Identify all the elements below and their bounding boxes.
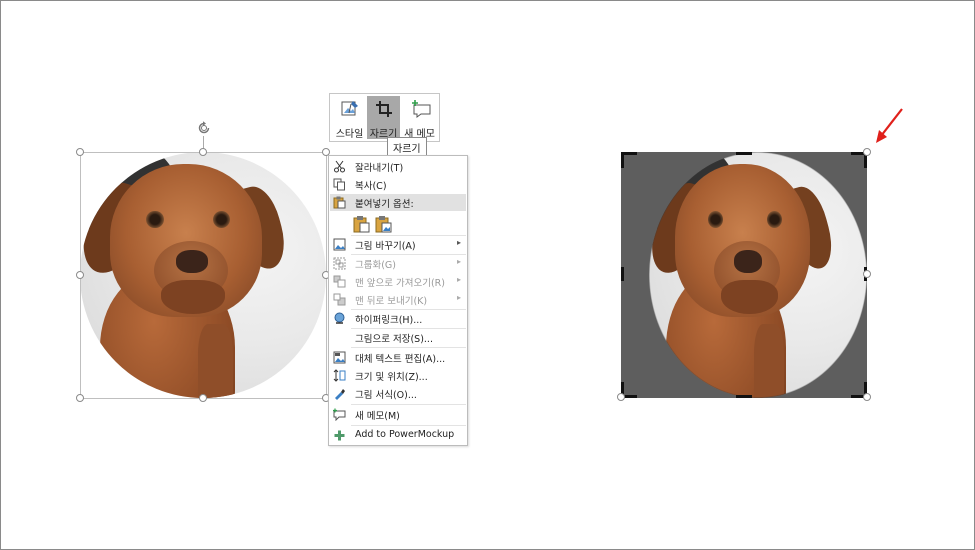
rotate-handle-icon[interactable] <box>196 120 212 136</box>
menu-item-cut[interactable]: 잘라내기(T) <box>330 158 466 175</box>
menu-item-change-picture[interactable]: 그림 바꾸기(A) ▸ <box>330 236 466 253</box>
menu-separator <box>351 425 466 426</box>
bring-front-icon <box>333 275 346 288</box>
paste-keep-source-icon[interactable] <box>353 215 370 233</box>
menu-item-edit-alt-text-label: 대체 텍스트 편집(A)... <box>355 354 446 365</box>
send-back-icon <box>333 293 346 306</box>
menu-item-new-comment-label: 새 메모(M) <box>355 411 400 422</box>
menu-separator <box>351 404 466 405</box>
picture-resize-handle-top-right[interactable] <box>863 148 871 156</box>
menu-item-hyperlink-label: 하이퍼링크(H)... <box>355 315 423 326</box>
red-arrow-icon <box>876 108 903 143</box>
resize-handle-bottom[interactable] <box>199 394 207 402</box>
paste-options-row <box>353 213 413 235</box>
menu-item-add-to-powermockup-label: Add to PowerMockup <box>355 429 455 440</box>
hyperlink-icon <box>334 312 345 324</box>
crop-button[interactable]: 자르기 <box>367 96 400 140</box>
menu-item-paste-options: 붙여넣기 옵션: <box>330 194 466 211</box>
menu-item-size-and-position[interactable]: 크기 및 위치(Z)... <box>330 367 466 384</box>
paste-picture-icon[interactable] <box>375 215 392 233</box>
menu-item-hyperlink[interactable]: 하이퍼링크(H)... <box>330 310 466 327</box>
menu-item-group[interactable]: 그룹화(G) ▸ <box>330 255 466 272</box>
menu-item-new-comment[interactable]: 새 메모(M) <box>330 406 466 423</box>
alt-text-icon <box>333 351 346 364</box>
plus-icon <box>334 430 345 441</box>
crop-handle-top[interactable] <box>736 152 752 155</box>
menu-separator <box>351 347 466 348</box>
format-picture-icon <box>335 389 345 400</box>
crop-handle-left[interactable] <box>621 267 624 281</box>
menu-item-add-to-powermockup[interactable]: Add to PowerMockup <box>330 427 466 444</box>
crop-area[interactable] <box>621 152 867 398</box>
resize-handle-bottom-left[interactable] <box>76 394 84 402</box>
menu-item-size-and-position-label: 크기 및 위치(Z)... <box>355 372 428 383</box>
crop-icon <box>376 101 392 117</box>
change-picture-icon <box>333 238 346 251</box>
resize-handle-top[interactable] <box>199 148 207 156</box>
paste-icon <box>333 196 346 209</box>
new-comment-icon <box>333 408 346 421</box>
menu-item-save-as-picture[interactable]: 그림으로 저장(S)... <box>330 329 466 346</box>
submenu-arrow-icon: ▸ <box>456 257 461 266</box>
resize-handle-left[interactable] <box>76 271 84 279</box>
menu-item-send-to-back-label: 맨 뒤로 보내기(K) <box>355 296 428 307</box>
submenu-arrow-icon: ▸ <box>456 275 461 284</box>
picture-resize-handle-right[interactable] <box>863 270 871 278</box>
context-menu: 잘라내기(T) 복사(C) 붙여넣기 옵션: 그림 바꾸기(A) ▸ 그룹화(G… <box>328 155 468 446</box>
menu-item-change-picture-label: 그림 바꾸기(A) <box>355 241 416 252</box>
menu-item-format-picture[interactable]: 그림 서식(O)... <box>330 385 466 402</box>
size-position-icon <box>333 369 346 382</box>
selection-box-left <box>80 152 327 399</box>
resize-handle-top-left[interactable] <box>76 148 84 156</box>
menu-item-copy-label: 복사(C) <box>355 181 387 192</box>
style-button[interactable]: 스타일 <box>333 96 366 140</box>
menu-item-bring-to-front[interactable]: 맨 앞으로 가져오기(R) ▸ <box>330 273 466 290</box>
crop-handle-bottom[interactable] <box>736 395 752 398</box>
menu-item-edit-alt-text[interactable]: 대체 텍스트 편집(A)... <box>330 349 466 366</box>
new-comment-icon <box>412 100 431 118</box>
scissors-icon <box>334 160 345 173</box>
dog-picture-cropped <box>649 152 867 398</box>
submenu-arrow-icon: ▸ <box>456 238 461 247</box>
menu-item-bring-to-front-label: 맨 앞으로 가져오기(R) <box>355 278 445 289</box>
menu-item-format-picture-label: 그림 서식(O)... <box>355 390 417 401</box>
menu-item-send-to-back[interactable]: 맨 뒤로 보내기(K) ▸ <box>330 291 466 308</box>
menu-item-group-label: 그룹화(G) <box>355 260 396 271</box>
menu-item-cut-label: 잘라내기(T) <box>355 163 404 174</box>
new-comment-button[interactable]: 새 메모 <box>403 96 436 140</box>
menu-item-copy[interactable]: 복사(C) <box>330 176 466 193</box>
picture-resize-handle-bottom-left[interactable] <box>617 393 625 401</box>
style-icon <box>341 101 358 116</box>
copy-icon <box>333 178 345 191</box>
menu-item-save-as-picture-label: 그림으로 저장(S)... <box>355 334 433 345</box>
group-icon <box>333 257 346 270</box>
style-button-label: 스타일 <box>335 129 364 140</box>
submenu-arrow-icon: ▸ <box>456 293 461 302</box>
mini-toolbar: 스타일 자르기 새 메모 <box>329 93 440 142</box>
menu-item-paste-options-label: 붙여넣기 옵션: <box>355 199 414 210</box>
picture-resize-handle-bottom-right[interactable] <box>863 393 871 401</box>
